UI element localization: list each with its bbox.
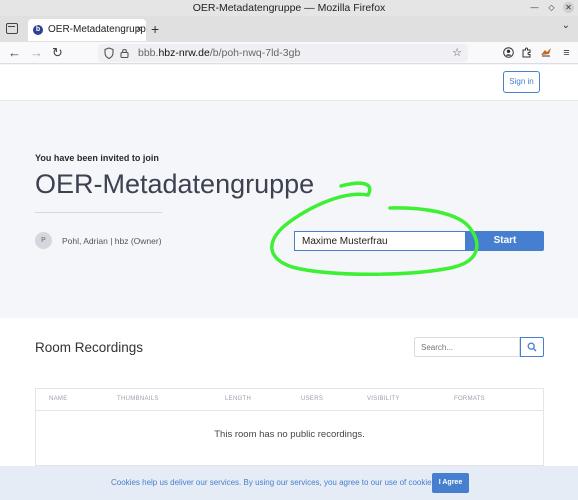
- invited-text: You have been invited to join: [35, 153, 159, 163]
- window-title: OER-Metadatengruppe — Mozilla Firefox: [192, 2, 386, 14]
- close-window-icon[interactable]: ✕: [563, 2, 574, 13]
- url-host: hbz-nrw.de: [158, 47, 210, 59]
- column-formats: FORMATS: [454, 396, 485, 402]
- url-prefix: bbb.: [138, 47, 159, 59]
- new-tab-button[interactable]: +: [151, 19, 159, 39]
- column-visibility: VISIBILITY: [367, 396, 400, 402]
- recordings-title: Room Recordings: [35, 340, 144, 355]
- recordings-table: NAME THUMBNAILS LENGTH USERS VISIBILITY …: [35, 388, 544, 466]
- forward-button[interactable]: →: [30, 44, 43, 61]
- accept-cookies-button[interactable]: I Agree: [432, 473, 469, 493]
- column-users: USERS: [301, 396, 324, 402]
- column-thumbnails: THUMBNAILS: [117, 396, 159, 402]
- maximize-icon[interactable]: ◇: [546, 2, 557, 13]
- tab-close-icon[interactable]: ×: [136, 19, 142, 41]
- window-titlebar: OER-Metadatengruppe — Mozilla Firefox — …: [0, 0, 578, 16]
- column-name: NAME: [49, 396, 68, 402]
- bookmark-star-icon[interactable]: ☆: [452, 44, 462, 62]
- cookie-text: Cookies help us deliver our services. By…: [111, 478, 438, 487]
- join-room-section: You have been invited to join OER-Metada…: [0, 101, 578, 314]
- menu-icon[interactable]: ≡: [560, 46, 573, 59]
- page-header: Sign in: [0, 65, 578, 101]
- sign-in-button[interactable]: Sign in: [503, 71, 540, 93]
- search-button[interactable]: [520, 337, 544, 357]
- tab-title: OER-Metadatengruppe: [48, 24, 146, 35]
- reload-button[interactable]: ↻: [52, 44, 63, 61]
- recordings-search-input[interactable]: [414, 337, 520, 357]
- minimize-icon[interactable]: —: [529, 2, 540, 13]
- back-button[interactable]: ←: [8, 44, 21, 61]
- empty-recordings-message: This room has no public recordings.: [214, 429, 365, 440]
- url-path: /b/poh-nwq-7ld-3gb: [209, 47, 301, 59]
- divider: [35, 212, 162, 213]
- table-header: NAME THUMBNAILS LENGTH USERS VISIBILITY …: [36, 389, 543, 411]
- url-bar[interactable]: bbb.hbz-nrw.de/b/poh-nwq-7ld-3gb ☆: [98, 44, 468, 62]
- tab-oer-metadatengruppe[interactable]: b OER-Metadatengruppe ×: [28, 19, 146, 41]
- extensions-icon[interactable]: [520, 46, 533, 59]
- owner-avatar: P: [35, 232, 52, 249]
- shield-icon[interactable]: [104, 47, 114, 59]
- bbb-favicon-icon: b: [33, 25, 43, 35]
- room-title: OER-Metadatengruppe: [35, 169, 315, 199]
- url-text: bbb.hbz-nrw.de/b/poh-nwq-7ld-3gb: [138, 47, 300, 59]
- search-icon: [527, 342, 537, 352]
- name-input[interactable]: [294, 231, 466, 251]
- tab-list-icon[interactable]: [6, 23, 18, 34]
- chevron-down-icon[interactable]: ⌄: [562, 20, 570, 31]
- account-icon[interactable]: [502, 46, 515, 59]
- tab-strip: b OER-Metadatengruppe × + ⌄: [0, 16, 578, 42]
- navigation-bar: ← → ↻ bbb.hbz-nrw.de/b/poh-nwq-7ld-3gb ☆…: [0, 42, 578, 64]
- owner-name: Pohl, Adrian | hbz (Owner): [62, 236, 162, 246]
- start-button[interactable]: Start: [466, 231, 544, 251]
- lock-icon[interactable]: [120, 48, 129, 58]
- fox-extension-icon[interactable]: [539, 46, 552, 59]
- window-controls: — ◇ ✕: [529, 2, 574, 13]
- column-length: LENGTH: [225, 396, 252, 402]
- cookie-banner: Cookies help us deliver our services. By…: [0, 466, 578, 500]
